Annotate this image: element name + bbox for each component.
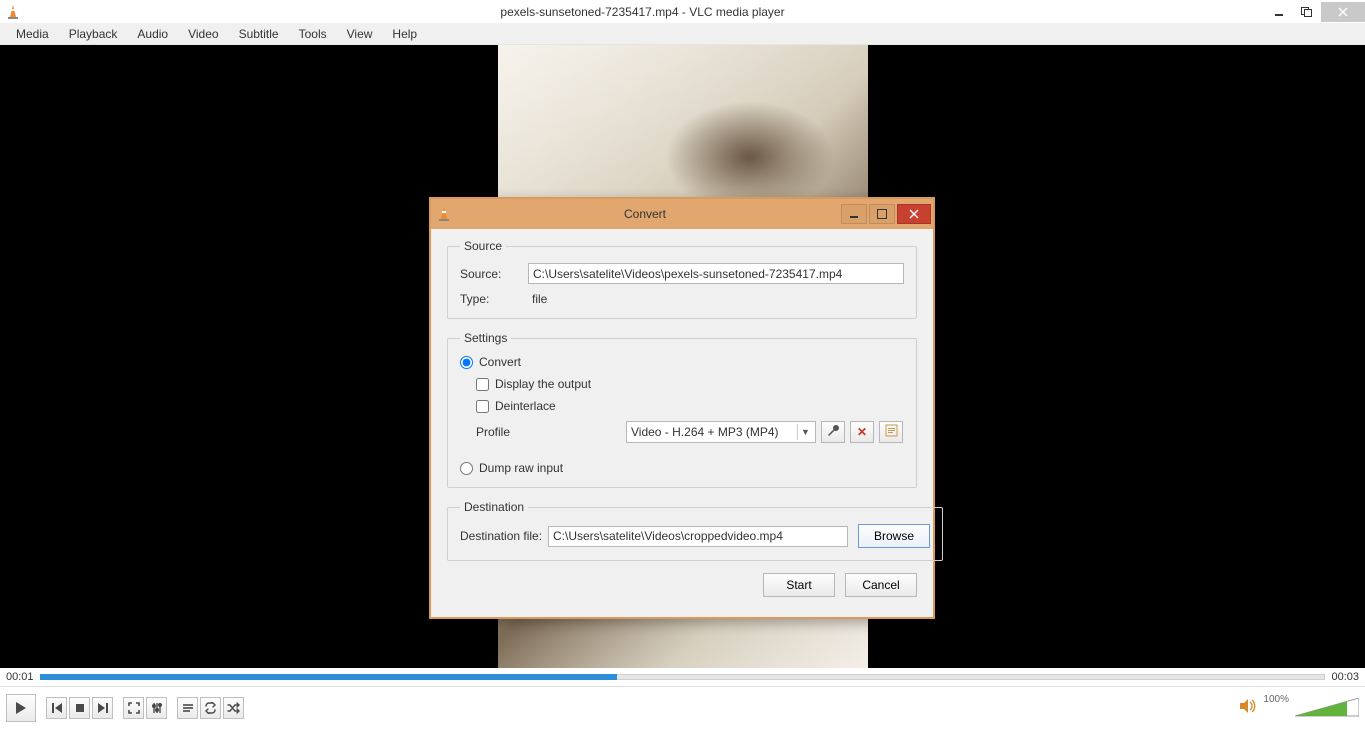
dialog-title: Convert bbox=[451, 207, 839, 221]
stop-button[interactable] bbox=[69, 697, 90, 719]
start-button[interactable]: Start bbox=[763, 573, 835, 597]
source-input[interactable] bbox=[528, 263, 904, 284]
loop-button[interactable] bbox=[200, 697, 221, 719]
menu-subtitle[interactable]: Subtitle bbox=[229, 27, 289, 41]
elapsed-time[interactable]: 00:01 bbox=[6, 671, 34, 683]
menubar: Media Playback Audio Video Subtitle Tool… bbox=[0, 23, 1365, 45]
dialog-close-button[interactable] bbox=[897, 204, 931, 224]
settings-group: Settings Convert Display the output Dein… bbox=[447, 331, 917, 488]
shuffle-button[interactable] bbox=[223, 697, 244, 719]
delete-profile-button[interactable]: ✕ bbox=[850, 421, 874, 443]
convert-dialog: Convert Source Source: Type: file bbox=[429, 197, 935, 619]
destination-group: Destination Destination file: Browse bbox=[447, 500, 943, 561]
window-minimize-button[interactable] bbox=[1265, 2, 1293, 22]
display-output-checkbox[interactable] bbox=[476, 378, 489, 391]
next-button[interactable] bbox=[92, 697, 113, 719]
menu-media[interactable]: Media bbox=[6, 27, 59, 41]
cancel-button[interactable]: Cancel bbox=[845, 573, 917, 597]
playlist-icon bbox=[182, 702, 194, 714]
menu-video[interactable]: Video bbox=[178, 27, 228, 41]
play-icon bbox=[15, 701, 27, 715]
total-time[interactable]: 00:03 bbox=[1331, 671, 1359, 683]
menu-help[interactable]: Help bbox=[382, 27, 427, 41]
seek-row: 00:01 00:03 bbox=[0, 668, 1365, 686]
destination-legend: Destination bbox=[460, 500, 528, 514]
stop-icon bbox=[74, 702, 86, 714]
menu-view[interactable]: View bbox=[337, 27, 383, 41]
loop-icon bbox=[204, 702, 217, 714]
profile-select[interactable]: Video - H.264 + MP3 (MP4) ▼ bbox=[626, 421, 816, 443]
menu-tools[interactable]: Tools bbox=[289, 27, 337, 41]
seek-slider[interactable] bbox=[40, 674, 1326, 680]
destination-label: Destination file: bbox=[460, 529, 548, 543]
deinterlace-checkbox[interactable] bbox=[476, 400, 489, 413]
edit-profile-button[interactable] bbox=[821, 421, 845, 443]
wrench-icon bbox=[827, 424, 840, 440]
dump-raw-label: Dump raw input bbox=[479, 461, 563, 475]
shuffle-icon bbox=[227, 702, 240, 714]
new-profile-icon bbox=[885, 424, 898, 440]
extended-settings-button[interactable] bbox=[146, 697, 167, 719]
profile-value: Video - H.264 + MP3 (MP4) bbox=[631, 425, 779, 439]
new-profile-button[interactable] bbox=[879, 421, 903, 443]
previous-button[interactable] bbox=[46, 697, 67, 719]
dump-raw-radio[interactable] bbox=[460, 462, 473, 475]
skip-previous-icon bbox=[51, 702, 63, 714]
speaker-icon[interactable] bbox=[1239, 698, 1257, 719]
source-group: Source Source: Type: file bbox=[447, 239, 917, 319]
sliders-icon bbox=[151, 702, 163, 714]
window-close-button[interactable] bbox=[1321, 2, 1365, 22]
chevron-down-icon: ▼ bbox=[797, 424, 813, 440]
type-label: Type: bbox=[460, 292, 528, 306]
fullscreen-icon bbox=[128, 702, 140, 714]
vlc-cone-icon bbox=[437, 206, 451, 222]
dialog-maximize-button[interactable] bbox=[869, 204, 895, 224]
volume-percent: 100% bbox=[1263, 694, 1289, 705]
deinterlace-label: Deinterlace bbox=[495, 399, 556, 413]
dialog-minimize-button[interactable] bbox=[841, 204, 867, 224]
settings-legend: Settings bbox=[460, 331, 511, 345]
menu-audio[interactable]: Audio bbox=[127, 27, 178, 41]
fullscreen-button[interactable] bbox=[123, 697, 144, 719]
browse-button[interactable]: Browse bbox=[858, 524, 930, 548]
source-label: Source: bbox=[460, 267, 528, 281]
dialog-titlebar: Convert bbox=[431, 199, 933, 229]
vlc-cone-icon bbox=[6, 4, 20, 20]
window-maximize-button[interactable] bbox=[1293, 2, 1321, 22]
source-legend: Source bbox=[460, 239, 506, 253]
convert-radio-label: Convert bbox=[479, 355, 521, 369]
video-area[interactable]: Convert Source Source: Type: file bbox=[0, 45, 1365, 668]
profile-label: Profile bbox=[476, 425, 626, 439]
destination-input[interactable] bbox=[548, 526, 848, 547]
window-title: pexels-sunsetoned-7235417.mp4 - VLC medi… bbox=[20, 5, 1265, 19]
playlist-button[interactable] bbox=[177, 697, 198, 719]
x-icon: ✕ bbox=[857, 425, 867, 439]
skip-next-icon bbox=[97, 702, 109, 714]
controls-bar: 100% bbox=[0, 686, 1365, 729]
seek-progress bbox=[40, 674, 618, 680]
main-titlebar: pexels-sunsetoned-7235417.mp4 - VLC medi… bbox=[0, 0, 1365, 23]
menu-playback[interactable]: Playback bbox=[59, 27, 128, 41]
convert-radio[interactable] bbox=[460, 356, 473, 369]
type-value: file bbox=[528, 292, 547, 306]
display-output-label: Display the output bbox=[495, 377, 591, 391]
volume-slider[interactable] bbox=[1295, 698, 1359, 718]
play-button[interactable] bbox=[6, 694, 36, 722]
